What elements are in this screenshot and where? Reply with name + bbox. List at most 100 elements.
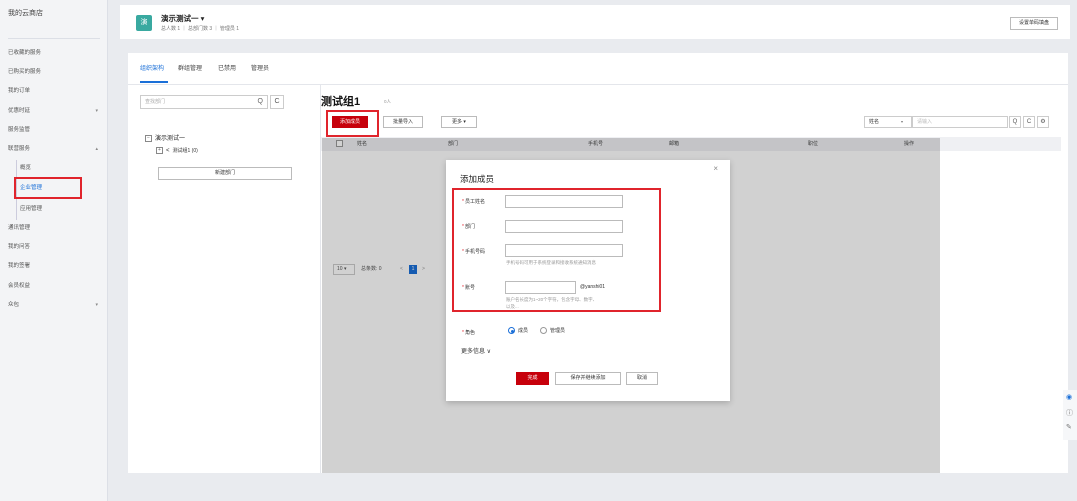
- tree-root-label: 演示测试一: [155, 136, 186, 142]
- sidebar-item-membership[interactable]: 会员权益: [8, 280, 104, 292]
- expand-icon[interactable]: +: [156, 147, 163, 155]
- sidebar-item-label: 我的问答: [8, 244, 31, 250]
- role-radio-admin[interactable]: 管理员: [540, 327, 566, 335]
- new-dept-button[interactable]: 新建部门: [158, 167, 292, 180]
- add-member-dialog: × 添加成员 *员工姓名 *部门 *手机号码 手机号码可用于系统登录和接收系统通…: [446, 160, 730, 401]
- collapse-icon[interactable]: −: [145, 134, 152, 142]
- account-label: *账号: [462, 284, 475, 291]
- sidebar-item-supervision[interactable]: 服务监管: [8, 124, 104, 136]
- tab-org-structure[interactable]: 组织架构: [140, 63, 164, 72]
- sidebar-subitem-apps[interactable]: 应用管理: [20, 203, 42, 215]
- required-mark: *: [462, 285, 464, 291]
- sidebar-item-label: 联营服务: [8, 146, 31, 152]
- dialog-title: 添加成员: [460, 174, 495, 184]
- highlight-box-enterprise: [14, 177, 82, 199]
- sidebar-item-promotions[interactable]: 优惠时延 ▾: [8, 105, 104, 117]
- required-mark: *: [462, 224, 464, 230]
- department-input[interactable]: [505, 220, 623, 233]
- sidebar-item-joint-services[interactable]: 联营服务 ▴: [8, 143, 104, 155]
- dept-search-placeholder: 查找部门: [145, 99, 166, 105]
- done-button[interactable]: 完成: [516, 372, 549, 385]
- page-bottom-strip: [120, 473, 1077, 501]
- account-domain-suffix: @yanshi01: [580, 284, 606, 290]
- refresh-icon[interactable]: C: [270, 95, 284, 109]
- department-label: *部门: [462, 223, 475, 230]
- close-icon[interactable]: ×: [713, 164, 718, 173]
- tree-root-node[interactable]: − 演示测试一: [145, 133, 185, 142]
- chevron-down-icon: ▾: [900, 119, 903, 124]
- active-tab-indicator: [140, 81, 168, 83]
- required-mark: *: [462, 249, 464, 255]
- group-title: 测试组1: [321, 96, 361, 108]
- sidebar-item-qa[interactable]: 我的问答: [8, 241, 104, 253]
- phone-hint: 手机号码可用于系统登录和接收系统通知消息: [506, 260, 596, 265]
- tab-disabled[interactable]: 已禁用: [218, 63, 236, 72]
- more-dropdown-button[interactable]: 更多 ▾: [441, 116, 477, 128]
- more-info-toggle[interactable]: 更多信息 ∨: [461, 346, 491, 355]
- chevron-down-icon: ▾: [95, 302, 98, 308]
- member-search-placeholder: 请输入: [917, 119, 933, 125]
- sidebar-item-label: 服务监管: [8, 127, 31, 133]
- sidebar-item-label: 会员权益: [8, 283, 31, 289]
- cancel-button[interactable]: 取消: [626, 372, 658, 385]
- filter-field-select[interactable]: 姓名 ▾: [864, 116, 912, 128]
- gear-icon[interactable]: ⚙: [1037, 116, 1049, 128]
- sidebar-item-communications[interactable]: 通讯管理: [8, 222, 104, 234]
- refresh-icon[interactable]: C: [1023, 116, 1035, 128]
- field-label-text: 账号: [464, 285, 475, 291]
- chevron-down-icon: ▾: [95, 108, 98, 114]
- radio-label: 管理员: [550, 328, 566, 334]
- role-radio-member[interactable]: 成员: [508, 327, 529, 335]
- field-label-text: 员工姓名: [464, 199, 485, 205]
- sidebar-item-label: 优惠时延: [8, 108, 31, 114]
- required-mark: *: [462, 330, 464, 336]
- field-label-text: 手机号码: [464, 249, 485, 255]
- sidebar-item-purchased[interactable]: 已购买的服务: [8, 66, 104, 78]
- sidebar-item-favorites[interactable]: 已收藏的服务: [8, 47, 104, 59]
- account-hint: 账户名长度为1~20个字符，包含字母、数字、: [506, 297, 598, 302]
- sidebar-item-label: 已购买的服务: [8, 69, 42, 75]
- chevron-up-icon: ▴: [95, 146, 98, 152]
- highlight-box-add-member: [326, 110, 379, 137]
- search-icon[interactable]: Q: [1009, 116, 1021, 128]
- batch-import-button[interactable]: 批量导入: [383, 116, 423, 128]
- sidebar-item-label: 通讯管理: [8, 225, 31, 231]
- radio-unselected-icon: [540, 327, 547, 335]
- filter-field-value: 姓名: [869, 119, 880, 125]
- account-hint-cont: 以及...: [506, 304, 519, 309]
- help-icon[interactable]: ◉: [1066, 393, 1072, 401]
- floating-toolbar: ◉ ⓘ ✎: [1063, 390, 1077, 440]
- sidebar-item-label: 众包: [8, 302, 20, 308]
- edit-icon[interactable]: ✎: [1066, 423, 1072, 431]
- sidebar-item-label: 我的订单: [8, 88, 31, 94]
- radio-selected-icon: [508, 327, 515, 335]
- org-avatar: 演: [136, 15, 152, 31]
- phone-label: *手机号码: [462, 248, 485, 255]
- dept-search-input[interactable]: 查找部门 Q: [140, 95, 268, 109]
- employee-name-label: *员工姓名: [462, 198, 485, 205]
- tab-groups[interactable]: 群组管理: [178, 63, 202, 72]
- save-and-continue-button[interactable]: 保存并继续添加: [555, 372, 621, 385]
- field-label-text: 角色: [464, 330, 475, 336]
- role-label: *角色: [462, 329, 475, 336]
- settings-button[interactable]: 设置单码填盘: [1009, 17, 1058, 30]
- org-switcher[interactable]: 演示测试一 ▾: [161, 13, 204, 24]
- sidebar-title: 我的云商店: [8, 10, 43, 17]
- search-icon[interactable]: Q: [258, 96, 263, 108]
- member-search-input[interactable]: 请输入: [912, 116, 1008, 128]
- tree-child-node[interactable]: + < 测试组1 (0): [156, 147, 198, 155]
- sidebar-item-orders[interactable]: 我的订单: [8, 85, 104, 97]
- group-member-count: 0人: [384, 99, 392, 104]
- tab-admins[interactable]: 管理员: [251, 63, 269, 72]
- account-input[interactable]: [505, 281, 576, 294]
- tree-child-label: 测试组1 (0): [172, 148, 198, 154]
- employee-name-input[interactable]: [505, 195, 623, 208]
- sidebar-subitem-overview[interactable]: 概览: [20, 162, 31, 174]
- org-header: 演 演示测试一 ▾ 总人数 1 ｜ 总部门数 3 ｜ 管理员 1 设置单码填盘: [120, 5, 1070, 39]
- sidebar-item-signatures[interactable]: 我的签署: [8, 260, 104, 272]
- info-icon[interactable]: ⓘ: [1066, 408, 1073, 418]
- sidebar-item-crowdsourcing[interactable]: 众包 ▾: [8, 299, 104, 311]
- radio-label: 成员: [518, 328, 529, 334]
- phone-input[interactable]: [505, 244, 623, 257]
- share-icon: <: [166, 148, 170, 154]
